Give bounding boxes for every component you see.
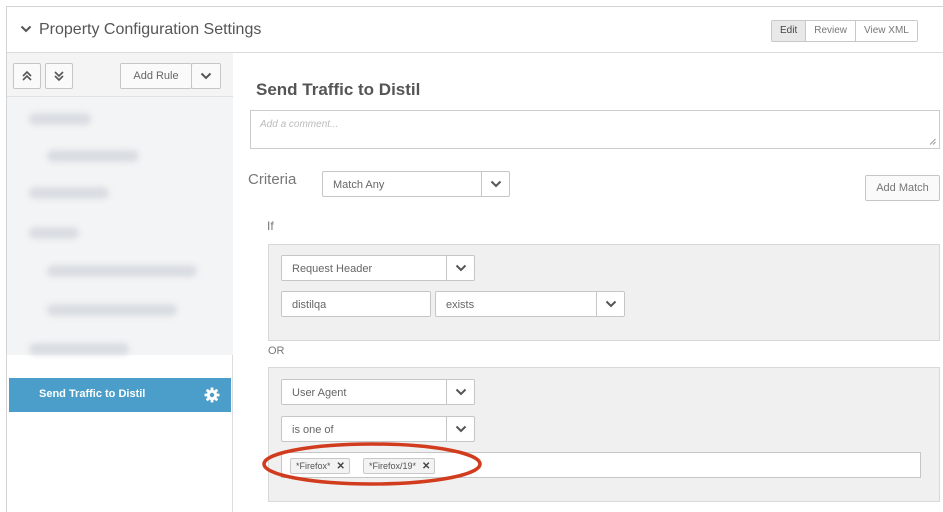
chevron-down-icon <box>455 388 466 396</box>
comment-placeholder: Add a comment... <box>260 119 339 130</box>
selected-rule-label: Send Traffic to Distil <box>39 388 146 400</box>
settings-header: Property Configuration Settings Edit Rev… <box>7 7 943 53</box>
comment-textarea[interactable]: Add a comment... <box>250 110 940 149</box>
condition-type-value: Request Header <box>292 263 373 275</box>
blurred-rule-item[interactable] <box>29 227 79 239</box>
double-chevron-up-icon <box>22 70 32 81</box>
gear-icon[interactable] <box>204 387 220 403</box>
move-rule-up-button[interactable] <box>13 63 41 89</box>
blurred-rule-item[interactable] <box>47 265 197 277</box>
add-match-button[interactable]: Add Match <box>865 175 940 201</box>
header-operator-caret[interactable] <box>596 292 624 316</box>
condition-type-select[interactable]: User Agent <box>281 379 475 405</box>
property-config-window: Property Configuration Settings Edit Rev… <box>6 6 943 512</box>
header-name-input[interactable]: distilqa <box>281 291 431 317</box>
rules-sidebar: Add Rule Send Traffic to Distil <box>7 53 233 512</box>
rule-editor: Send Traffic to Distil Add a comment... … <box>233 53 943 512</box>
match-mode-caret[interactable] <box>481 172 509 196</box>
chevron-down-icon <box>455 264 466 272</box>
view-mode-switcher: Edit Review View XML <box>771 20 918 42</box>
selected-rule-item[interactable]: Send Traffic to Distil <box>9 378 231 412</box>
condition-panel-request-header: Request Header distilqa exists <box>268 244 940 341</box>
move-rule-down-button[interactable] <box>45 63 73 89</box>
condition-type-select[interactable]: Request Header <box>281 255 475 281</box>
double-chevron-down-icon <box>54 71 64 82</box>
chevron-down-icon <box>490 180 501 188</box>
user-agent-operator-select[interactable]: is one of <box>281 416 475 442</box>
match-mode-select[interactable]: Match Any <box>322 171 510 197</box>
or-label: OR <box>268 345 285 357</box>
add-rule-button[interactable]: Add Rule <box>120 63 192 89</box>
match-mode-value: Match Any <box>333 179 385 191</box>
condition-type-caret[interactable] <box>446 256 474 280</box>
blurred-rule-item[interactable] <box>47 304 177 316</box>
blurred-rule-item[interactable] <box>29 343 129 355</box>
collapse-chevron-icon[interactable] <box>20 23 32 35</box>
condition-type-caret[interactable] <box>446 380 474 404</box>
review-mode-button[interactable]: Review <box>806 21 857 41</box>
rules-toolbar: Add Rule <box>7 53 233 97</box>
if-label: If <box>267 219 274 233</box>
user-agent-operator-caret[interactable] <box>446 417 474 441</box>
rules-list-obscured <box>7 97 233 355</box>
blurred-rule-item[interactable] <box>47 150 139 162</box>
header-name-value: distilqa <box>292 299 327 311</box>
page-title[interactable]: Property Configuration Settings <box>39 21 261 39</box>
chevron-down-icon <box>605 300 616 308</box>
rule-title: Send Traffic to Distil <box>256 80 421 99</box>
highlight-ellipse <box>262 442 482 486</box>
edit-mode-button[interactable]: Edit <box>772 21 807 41</box>
add-rule-menu-button[interactable] <box>191 63 221 89</box>
view-xml-button[interactable]: View XML <box>856 21 917 41</box>
header-operator-select[interactable]: exists <box>435 291 625 317</box>
criteria-label: Criteria <box>248 171 297 188</box>
header-operator-value: exists <box>446 299 475 311</box>
condition-type-value: User Agent <box>292 387 347 399</box>
chevron-down-icon <box>200 72 212 80</box>
user-agent-operator-value: is one of <box>292 424 334 436</box>
blurred-rule-item[interactable] <box>29 187 109 199</box>
blurred-rule-item[interactable] <box>29 113 91 125</box>
chevron-down-icon <box>455 425 466 433</box>
resize-grip-icon[interactable] <box>929 138 936 145</box>
